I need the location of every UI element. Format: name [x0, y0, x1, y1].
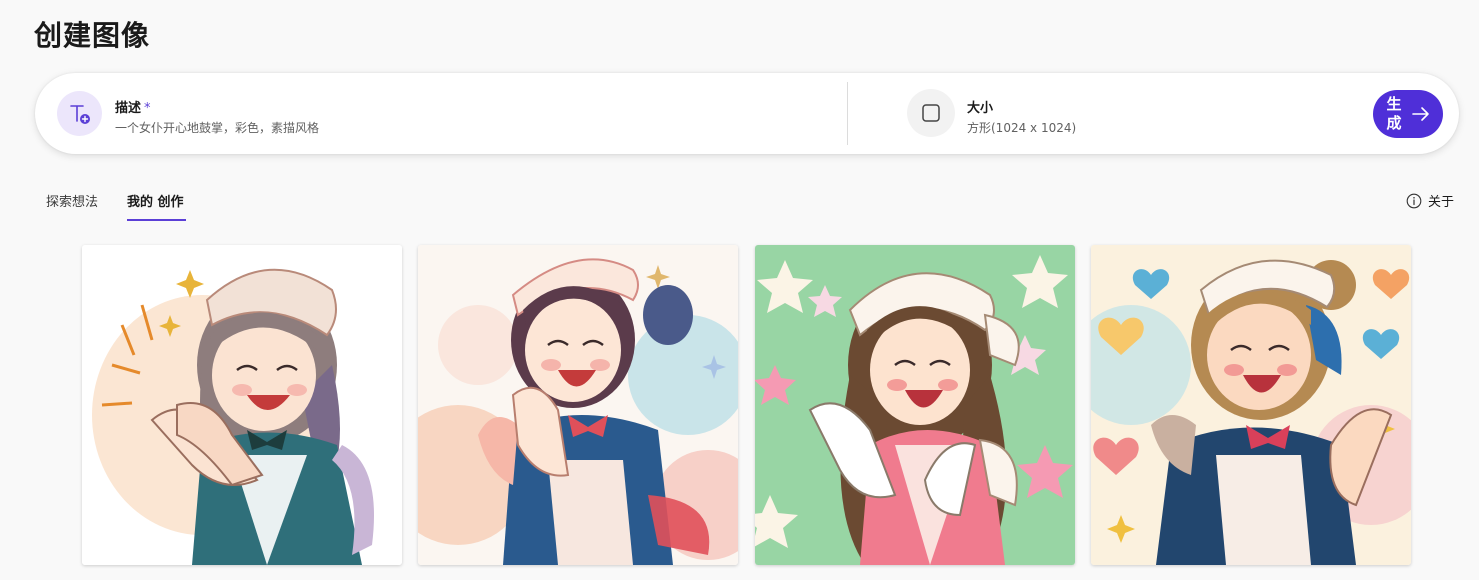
prompt-bar: 描述 * 一个女仆开心地鼓掌，彩色，素描风格 大小 方形(1024 x 1024)…: [35, 73, 1459, 154]
about-label: 关于: [1428, 195, 1455, 210]
arrow-right-icon: [1412, 107, 1429, 121]
generate-label: 生成: [1386, 95, 1402, 132]
create-image-page: 创建图像 描述 * 一个女仆开心地鼓掌，彩色，素描风格 大小 方形(1024 x …: [0, 0, 1479, 580]
square-icon: [907, 89, 955, 137]
tab-my-creations[interactable]: 我的 创作: [127, 191, 184, 210]
gallery-image[interactable]: [755, 245, 1075, 565]
size-selector[interactable]: 大小 方形(1024 x 1024): [871, 73, 1201, 154]
gallery-image[interactable]: [418, 245, 738, 565]
generate-button[interactable]: 生成: [1373, 90, 1443, 138]
description-input[interactable]: 一个女仆开心地鼓掌，彩色，素描风格: [115, 119, 319, 136]
gallery-image[interactable]: [82, 245, 402, 565]
description-label: 描述 *: [115, 101, 151, 116]
field-divider: [847, 82, 848, 145]
description-field[interactable]: 描述 * 一个女仆开心地鼓掌，彩色，素描风格: [35, 73, 847, 154]
generated-image-maid-sketch: [82, 245, 402, 565]
text-add-icon: [57, 91, 102, 136]
gallery-image[interactable]: [1091, 245, 1411, 565]
page-title: 创建图像: [34, 19, 151, 52]
tab-explore-ideas[interactable]: 探索想法: [46, 191, 98, 210]
size-value: 方形(1024 x 1024): [967, 121, 1077, 135]
required-mark: *: [144, 101, 151, 116]
about-link[interactable]: 关于: [1406, 191, 1454, 210]
generated-image-maid-watercolor: [418, 245, 738, 565]
info-icon: [1406, 193, 1422, 208]
size-label: 大小: [967, 101, 994, 116]
generated-image-maid-stars: [755, 245, 1075, 565]
active-tab-indicator: [127, 219, 186, 221]
generated-image-maid-hearts: [1091, 245, 1411, 565]
